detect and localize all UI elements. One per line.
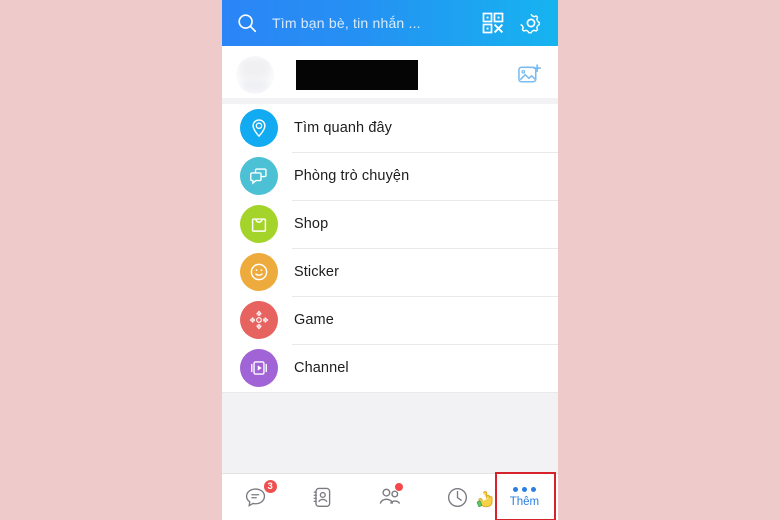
menu-item-label: Channel	[294, 360, 349, 376]
nav-item-contacts[interactable]	[289, 474, 356, 520]
avatar[interactable]	[236, 56, 274, 94]
menu-item-tim-quanh-day[interactable]: Tìm quanh đây	[222, 104, 558, 152]
menu-item-label: Sticker	[294, 264, 340, 280]
messages-badge: 3	[262, 479, 278, 494]
empty-area	[222, 392, 558, 473]
menu-item-label: Phòng trò chuyện	[294, 168, 410, 184]
nav-item-messages[interactable]: 3	[222, 474, 289, 520]
gear-icon[interactable]	[518, 10, 544, 36]
location-pin-icon	[240, 109, 278, 147]
qr-code-icon[interactable]	[480, 10, 506, 36]
menu-item-label: Tìm quanh đây	[294, 120, 393, 136]
dpad-game-icon	[240, 301, 278, 339]
contact-book-icon	[310, 484, 336, 510]
search-icon[interactable]	[236, 12, 258, 34]
screenshot-canvas: Tìm bạn bè, tin nhắn ... Tìm quanh đây P…	[0, 0, 780, 520]
menu-item-game[interactable]: Game	[222, 296, 558, 344]
menu-item-label: Shop	[294, 216, 329, 232]
three-dots-icon	[512, 486, 536, 492]
avatar-blur-secondary	[242, 78, 268, 92]
menu-item-phong-tro-chuyen[interactable]: Phòng trò chuyện	[222, 152, 558, 200]
friends-badge-dot	[394, 482, 404, 492]
redacted-name-box	[296, 60, 418, 90]
nav-item-friends[interactable]	[356, 474, 423, 520]
nav-item-more-label: Thêm	[509, 495, 540, 508]
chat-bubbles-icon	[240, 157, 278, 195]
search-input[interactable]: Tìm bạn bè, tin nhắn ...	[272, 15, 468, 31]
people-group-icon	[377, 482, 404, 510]
menu-item-shop[interactable]: Shop	[222, 200, 558, 248]
chat-bubble-icon: 3	[243, 479, 278, 510]
bottom-navigation-bar: 3 Thêm	[222, 472, 558, 520]
menu-item-label: Game	[294, 312, 334, 328]
more-menu-list: Tìm quanh đây Phòng trò chuyện Shop Stic…	[222, 104, 558, 392]
post-status-strip[interactable]	[222, 46, 558, 104]
avatar-blur	[240, 58, 270, 78]
phone-screen: Tìm bạn bè, tin nhắn ... Tìm quanh đây P…	[222, 0, 558, 520]
add-photo-icon[interactable]	[516, 62, 542, 88]
top-search-bar: Tìm bạn bè, tin nhắn ...	[222, 0, 558, 46]
shopping-bag-icon	[240, 205, 278, 243]
hand-pointer-icon	[475, 488, 497, 510]
nav-item-more[interactable]: Thêm	[476, 472, 558, 520]
video-channel-icon	[240, 349, 278, 387]
menu-item-channel[interactable]: Channel	[222, 344, 558, 392]
clock-icon	[444, 484, 470, 510]
smiley-face-icon	[240, 253, 278, 291]
menu-item-sticker[interactable]: Sticker	[222, 248, 558, 296]
